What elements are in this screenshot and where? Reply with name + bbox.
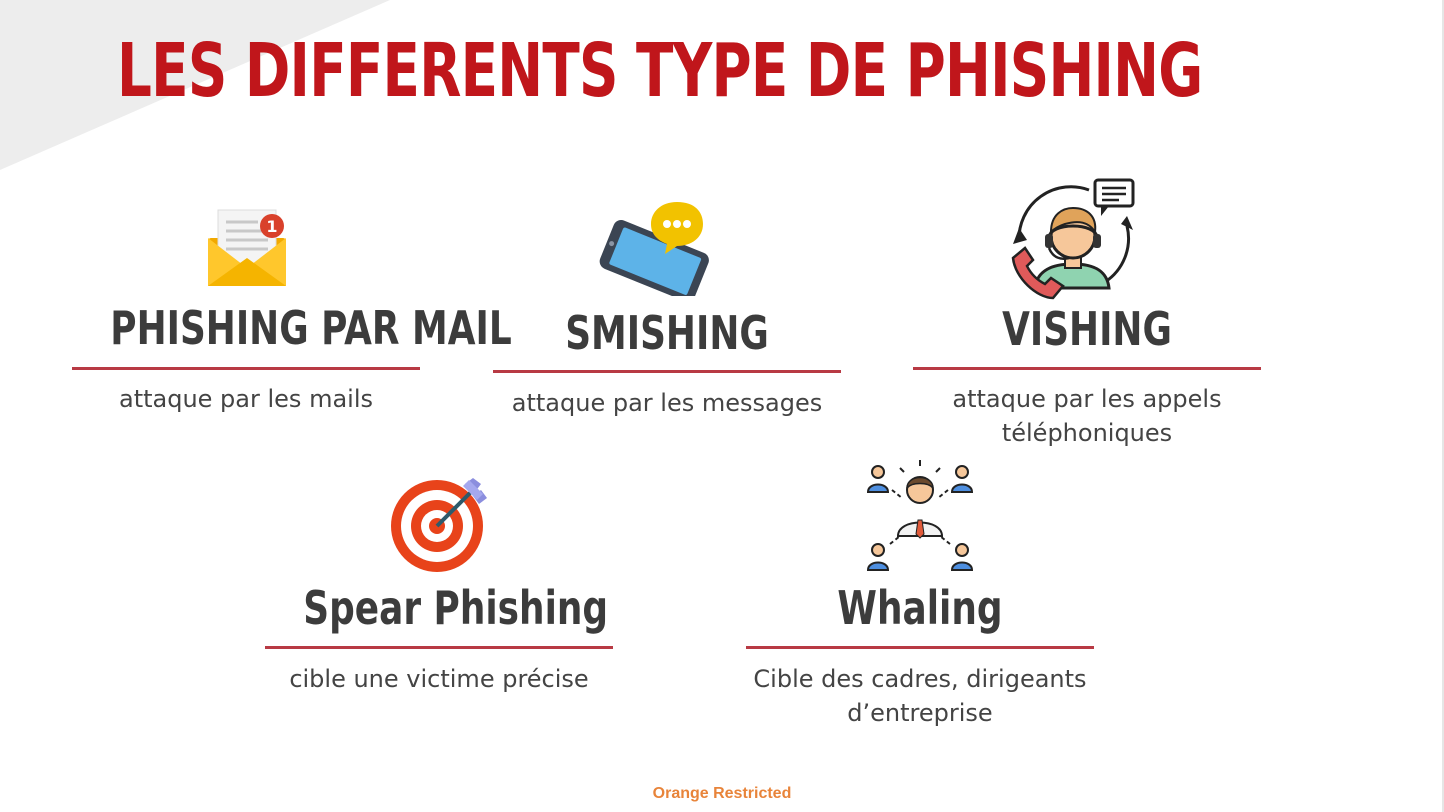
phone-message-icon: [599, 202, 709, 296]
slide-title: LES DIFFERENTS TYPE DE PHISHING: [117, 28, 1203, 114]
card-heading: Whaling: [837, 581, 1003, 635]
card-description: attaque par les mails: [118, 385, 373, 413]
card-divider: [265, 646, 613, 649]
card-description: attaque par les appels téléphoniques: [952, 385, 1222, 447]
card-divider: [746, 646, 1094, 649]
card-divider: [72, 367, 420, 370]
classification-footer: Orange Restricted: [652, 785, 792, 802]
executive-network-icon: [866, 460, 974, 571]
card-description: attaque par les messages: [511, 389, 823, 417]
card-divider: [493, 370, 841, 373]
slide: LES DIFFERENTS TYPE DE PHISHING 1 PHISHI…: [0, 0, 1444, 812]
target-dart-icon: [391, 478, 487, 572]
card-heading: Spear Phishing: [303, 581, 609, 635]
card-heading: SMISHING: [565, 306, 769, 360]
card-heading: PHISHING PAR MAIL: [110, 301, 512, 355]
call-center-agent-icon: [1011, 178, 1135, 300]
card-heading: VISHING: [1002, 302, 1172, 356]
envelope-notification-icon: 1: [208, 209, 286, 286]
svg-text:1: 1: [266, 217, 277, 236]
card-description: Cible des cadres, dirigeants d’entrepris…: [753, 665, 1087, 727]
card-divider: [913, 367, 1261, 370]
card-description: cible une victime précise: [289, 665, 589, 693]
